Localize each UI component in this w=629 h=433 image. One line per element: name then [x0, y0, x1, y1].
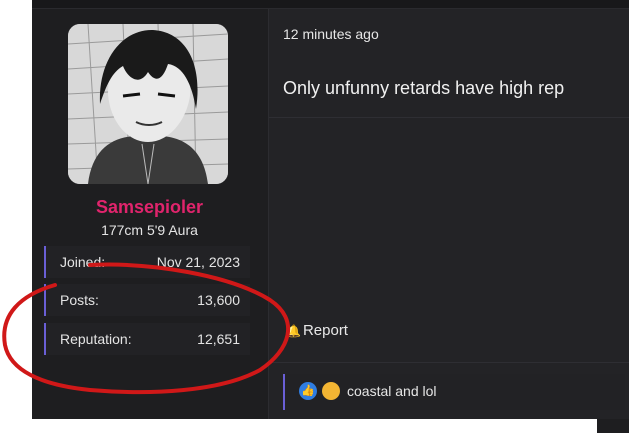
user-title: 177cm 5'9 Aura	[101, 222, 198, 238]
reactions-bar: 👍 coastal and lol	[269, 362, 629, 410]
stat-reputation: Reputation: 12,651	[44, 323, 250, 355]
post-container: Samsepioler 177cm 5'9 Aura Joined: Nov 2…	[32, 0, 629, 433]
stat-posts: Posts: 13,600	[44, 284, 250, 316]
bell-icon: 🔔	[286, 324, 301, 338]
post-body: Only unfunny retards have high rep	[283, 78, 565, 98]
top-divider	[32, 0, 629, 9]
stat-value: Nov 21, 2023	[156, 254, 240, 270]
post-timestamp[interactable]: 12 minutes ago	[283, 26, 379, 42]
stat-joined: Joined: Nov 21, 2023	[44, 246, 250, 278]
avatar[interactable]	[68, 24, 228, 184]
report-label: Report	[302, 322, 348, 339]
stat-label: Reputation:	[60, 331, 132, 347]
reactions-summary[interactable]: 👍 coastal and lol	[283, 374, 625, 410]
report-button[interactable]: 🔔 Report	[286, 322, 348, 339]
thinking-face-icon	[322, 382, 340, 400]
divider	[269, 117, 629, 118]
stat-label: Posts:	[60, 292, 99, 308]
user-sidebar: Samsepioler 177cm 5'9 Aura Joined: Nov 2…	[32, 9, 267, 419]
bottom-margin	[0, 419, 597, 433]
post-main: 12 minutes ago Only unfunny retards have…	[268, 9, 629, 419]
stat-label: Joined:	[60, 254, 106, 270]
avatar-image	[68, 24, 228, 184]
stat-value: 13,600	[197, 292, 240, 308]
username[interactable]: Samsepioler	[32, 197, 267, 218]
reactions-text[interactable]: coastal and lol	[347, 383, 437, 399]
thumbs-up-icon: 👍	[299, 382, 317, 400]
stat-value: 12,651	[197, 331, 240, 347]
